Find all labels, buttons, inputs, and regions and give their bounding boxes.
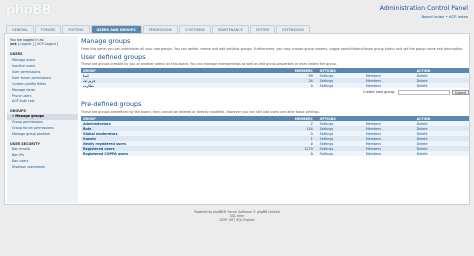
submit-button[interactable]: Submit: [451, 89, 469, 95]
members-link[interactable]: Members: [366, 84, 381, 88]
user-defined-groups-table: GROUP MEMBERS OPTIONS ACTION اسا 99 Sett…: [81, 68, 469, 89]
new-group-input[interactable]: [397, 90, 450, 95]
login-info: You are logged in as: ynk [ Logout ] [ A…: [7, 36, 78, 48]
members-link[interactable]: Members: [366, 147, 381, 151]
logout-link[interactable]: Logout: [20, 42, 31, 46]
predefined-groups-table: GROUP MEMBERS OPTIONS ACTION Administrat…: [81, 116, 469, 157]
sidebar-section-user-security: USER SECURITY Ban emails Ban IPs Ban use…: [7, 141, 78, 171]
table-row: Registered COPPA users 0 Settings Member…: [81, 151, 469, 157]
members-link[interactable]: Members: [366, 137, 381, 141]
settings-link[interactable]: Settings: [320, 79, 334, 83]
header: phpBB Administration Control Panel Board…: [0, 0, 474, 22]
tab-permissions[interactable]: Permissions: [142, 25, 178, 33]
members-link[interactable]: Members: [366, 79, 381, 83]
group-name[interactable]: Registered COPPA users: [81, 151, 268, 157]
members-link[interactable]: Members: [366, 142, 381, 146]
user-defined-heading: User defined groups: [81, 52, 146, 61]
acp-index-link[interactable]: ACP index: [449, 14, 468, 19]
table-row: نطارت 0 Settings Members Delete: [81, 83, 469, 89]
settings-link[interactable]: Settings: [320, 147, 334, 151]
tab-maintenance[interactable]: Maintenance: [211, 25, 249, 33]
header-links: Board index • ACP index: [421, 14, 469, 19]
tab-forums[interactable]: Forums: [34, 25, 62, 33]
sidebar-section-users: USERS Manage users Inactive users User p…: [7, 51, 78, 105]
main-tabs: General Forums Posting Users and groups …: [6, 25, 310, 33]
tab-users-and-groups[interactable]: Users and groups: [90, 25, 142, 33]
tab-system[interactable]: System: [249, 25, 276, 33]
delete-link[interactable]: Delete: [417, 84, 428, 88]
members-link[interactable]: Members: [366, 152, 381, 156]
create-group-label: Create new group:: [363, 90, 396, 95]
delete-link[interactable]: Delete: [417, 137, 428, 141]
sidebar-section-groups: GROUPS » Manage groups Group permissions…: [7, 108, 78, 138]
sidebar: You are logged in as: ynk [ Logout ] [ A…: [7, 36, 78, 203]
page-title: Administration Control Panel: [379, 5, 468, 12]
delete-link[interactable]: Delete: [417, 132, 428, 136]
tab-posting[interactable]: Posting: [62, 25, 90, 33]
acp-page: phpBB Administration Control Panel Board…: [0, 0, 474, 256]
settings-link[interactable]: Settings: [320, 127, 334, 131]
tab-general[interactable]: General: [6, 25, 34, 33]
delete-link[interactable]: Delete: [417, 127, 428, 131]
settings-link[interactable]: Settings: [320, 122, 334, 126]
settings-link[interactable]: Settings: [320, 74, 334, 78]
main-content: Manage groups From this panel you can ad…: [81, 37, 469, 202]
predefined-description: These are groups predefined by the board…: [81, 109, 320, 114]
predefined-heading: Pre-defined groups: [81, 100, 142, 109]
settings-link[interactable]: Settings: [320, 137, 334, 141]
create-group-form: Create new group: Submit: [81, 89, 469, 96]
settings-link[interactable]: Settings: [320, 152, 334, 156]
delete-link[interactable]: Delete: [417, 122, 428, 126]
members-link[interactable]: Members: [366, 74, 381, 78]
sidebar-item-manage-group-position[interactable]: Manage group position: [7, 132, 78, 138]
phpbb-logo[interactable]: phpBB: [6, 3, 52, 18]
settings-link[interactable]: Settings: [320, 142, 334, 146]
main-description: From this panel you can administer all y…: [81, 46, 464, 51]
members-link[interactable]: Members: [366, 127, 381, 131]
footer-gzip: GZIP: Off | SQL Explain: [219, 218, 255, 222]
tab-customise[interactable]: Customise: [178, 25, 211, 33]
user-defined-description: These are groups created by you or anoth…: [81, 62, 337, 67]
group-member-count: 0: [267, 151, 318, 157]
main-heading: Manage groups: [81, 37, 131, 45]
group-name[interactable]: نطارت: [81, 83, 268, 89]
logged-in-user: ynk [ Logout ] [ ACP Logout ]: [10, 42, 59, 46]
delete-link[interactable]: Delete: [417, 79, 428, 83]
sidebar-item-acp-auth-test[interactable]: ACP Auth test: [7, 99, 78, 105]
delete-link[interactable]: Delete: [417, 152, 428, 156]
delete-link[interactable]: Delete: [417, 74, 428, 78]
delete-link[interactable]: Delete: [417, 147, 428, 151]
content-frame: You are logged in as: ynk [ Logout ] [ A…: [4, 33, 470, 205]
acp-logout-link[interactable]: ACP Logout: [37, 42, 56, 46]
sidebar-item-disallow-usernames[interactable]: Disallow usernames: [7, 165, 78, 171]
settings-link[interactable]: Settings: [320, 132, 334, 136]
tab-extensions[interactable]: Extensions: [276, 25, 310, 33]
username: ynk: [10, 42, 17, 46]
footer: Powered by phpBB® Forum Software © phpBB…: [0, 210, 474, 222]
sidebar-item-label: Manage groups: [15, 114, 45, 119]
board-index-link[interactable]: Board index: [422, 14, 445, 19]
delete-link[interactable]: Delete: [417, 142, 428, 146]
group-member-count: 0: [267, 83, 318, 89]
settings-link[interactable]: Settings: [320, 84, 334, 88]
members-link[interactable]: Members: [366, 122, 381, 126]
members-link[interactable]: Members: [366, 132, 381, 136]
